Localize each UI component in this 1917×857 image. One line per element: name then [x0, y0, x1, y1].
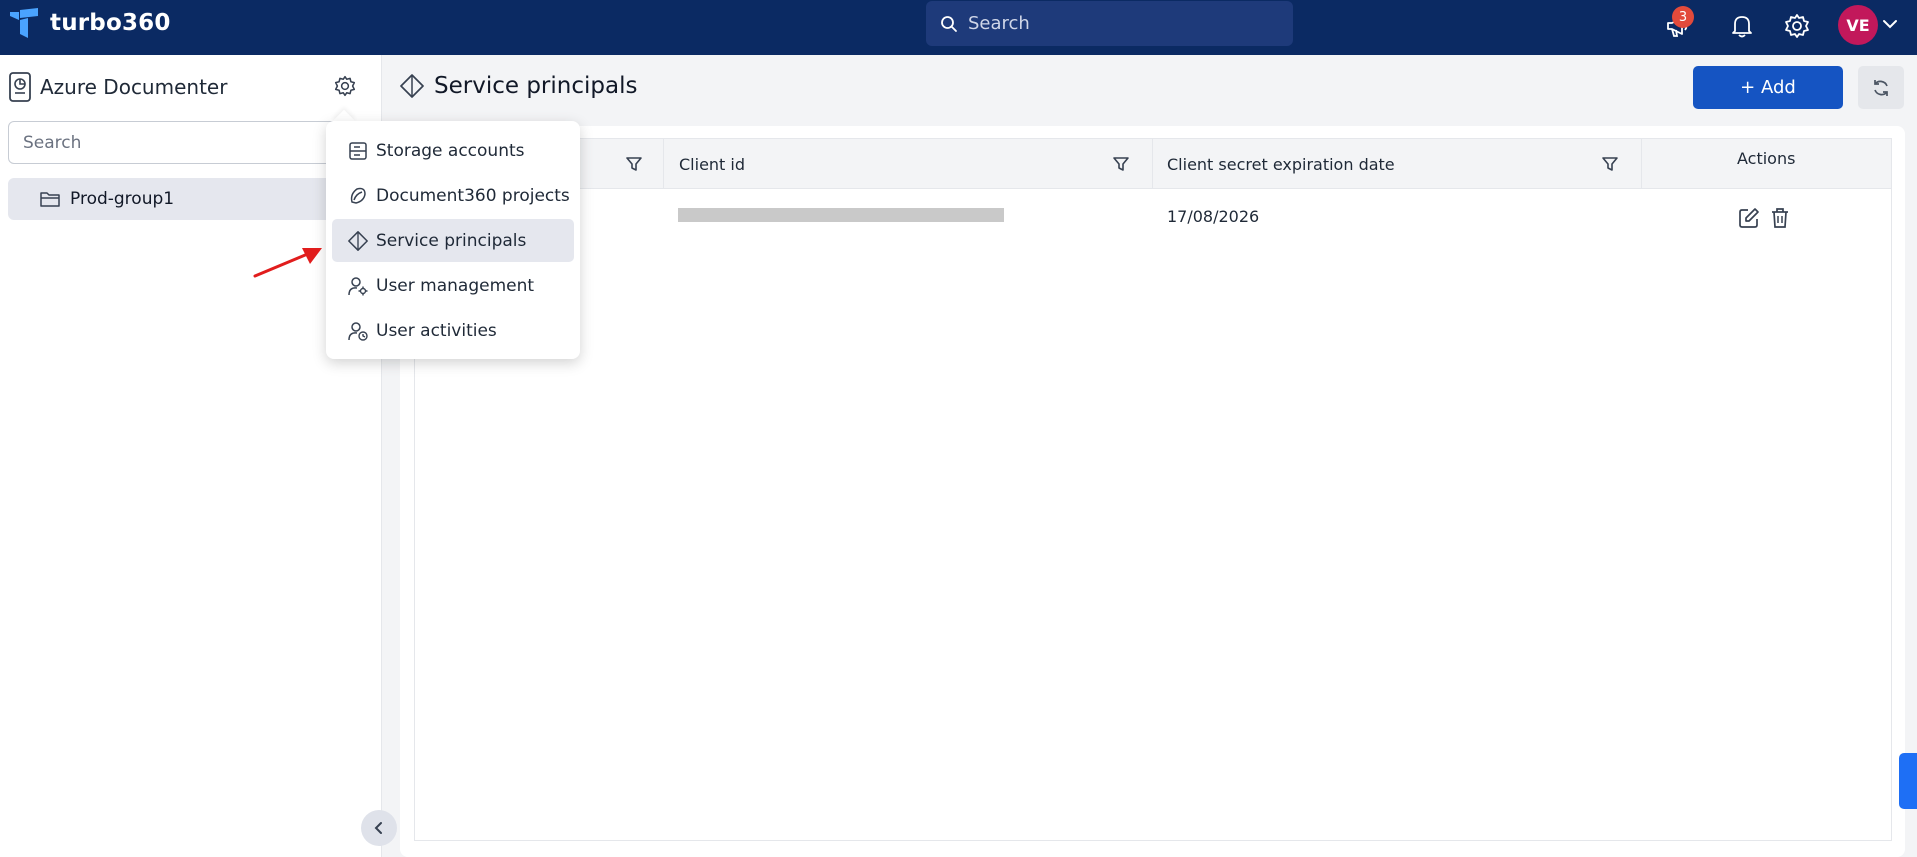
documenter-icon: [9, 72, 31, 102]
side-panel-tab[interactable]: [1899, 753, 1917, 809]
expiration-date-cell: 17/08/2026: [1167, 207, 1260, 226]
brand-logo[interactable]: turbo360: [10, 8, 171, 38]
app-title: Azure Documenter: [40, 75, 228, 99]
tree-item-group[interactable]: Prod-group1: [8, 178, 368, 220]
edit-icon[interactable]: [1738, 207, 1760, 229]
user-gear-icon: [348, 276, 368, 295]
menu-item-label: Service principals: [376, 230, 527, 251]
menu-item-label: Document360 projects: [376, 185, 570, 206]
redacted-client-id: [678, 208, 1004, 222]
page-title: Service principals: [434, 73, 638, 99]
sidebar: Azure Documenter Prod-group1: [0, 55, 397, 857]
sidebar-settings-gear-icon[interactable]: [334, 75, 356, 97]
settings-button[interactable]: [1779, 8, 1815, 44]
chevron-left-icon: [374, 822, 382, 834]
collapse-sidebar-button[interactable]: [361, 810, 397, 846]
menu-item-label: User management: [376, 275, 535, 296]
sidebar-search-input[interactable]: [8, 121, 368, 164]
table-header: Client id Client secret expiration date …: [415, 139, 1891, 189]
document360-icon: [350, 187, 366, 204]
service-principal-icon: [348, 230, 368, 251]
filter-icon[interactable]: [1112, 155, 1130, 173]
column-header-actions: Actions: [1737, 148, 1796, 168]
annotation-arrow-icon: [253, 248, 322, 278]
top-bar: turbo360 3 VE: [0, 0, 1917, 55]
trash-icon[interactable]: [1770, 207, 1790, 229]
brand-name: turbo360: [50, 10, 171, 36]
folder-icon: [40, 191, 60, 207]
user-avatar[interactable]: VE: [1838, 5, 1878, 45]
page-header: Service principals: [400, 73, 637, 99]
column-header-client-id: Client id: [679, 154, 746, 174]
service-principal-icon: [400, 74, 424, 98]
tree-item-label: Prod-group1: [70, 189, 175, 209]
filter-icon[interactable]: [1601, 155, 1619, 173]
column-divider: [1641, 139, 1642, 189]
search-icon: [941, 15, 957, 32]
column-divider: [663, 139, 664, 189]
menu-item-storage-accounts[interactable]: Storage accounts: [332, 129, 574, 172]
storage-icon: [349, 141, 367, 160]
global-search[interactable]: [926, 1, 1293, 46]
menu-item-document360-projects[interactable]: Document360 projects: [332, 174, 574, 217]
notification-count-badge: 3: [1672, 6, 1694, 28]
column-divider: [1152, 139, 1153, 189]
menu-item-user-activities[interactable]: User activities: [332, 309, 574, 352]
filter-icon[interactable]: [625, 155, 643, 173]
notifications-button[interactable]: [1724, 8, 1760, 44]
menu-item-label: Storage accounts: [376, 140, 525, 161]
menu-item-label: User activities: [376, 320, 497, 341]
refresh-button[interactable]: [1858, 66, 1904, 109]
column-header-expiration: Client secret expiration date: [1167, 154, 1395, 174]
gear-icon: [1785, 14, 1809, 38]
add-button[interactable]: + Add: [1693, 66, 1843, 109]
refresh-icon: [1874, 79, 1888, 96]
user-clock-icon: [348, 321, 368, 341]
bell-icon: [1732, 16, 1752, 38]
menu-item-user-management[interactable]: User management: [332, 264, 574, 307]
menu-item-service-principals[interactable]: Service principals: [332, 219, 574, 262]
turbo360-logo-icon: [10, 8, 38, 38]
chevron-down-icon[interactable]: [1880, 14, 1900, 34]
settings-menu: Storage accounts Document360 projects Se…: [326, 121, 580, 359]
service-principals-table: Client id Client secret expiration date …: [414, 138, 1892, 841]
global-search-input[interactable]: [968, 13, 1268, 34]
app-header: Azure Documenter: [8, 71, 227, 103]
